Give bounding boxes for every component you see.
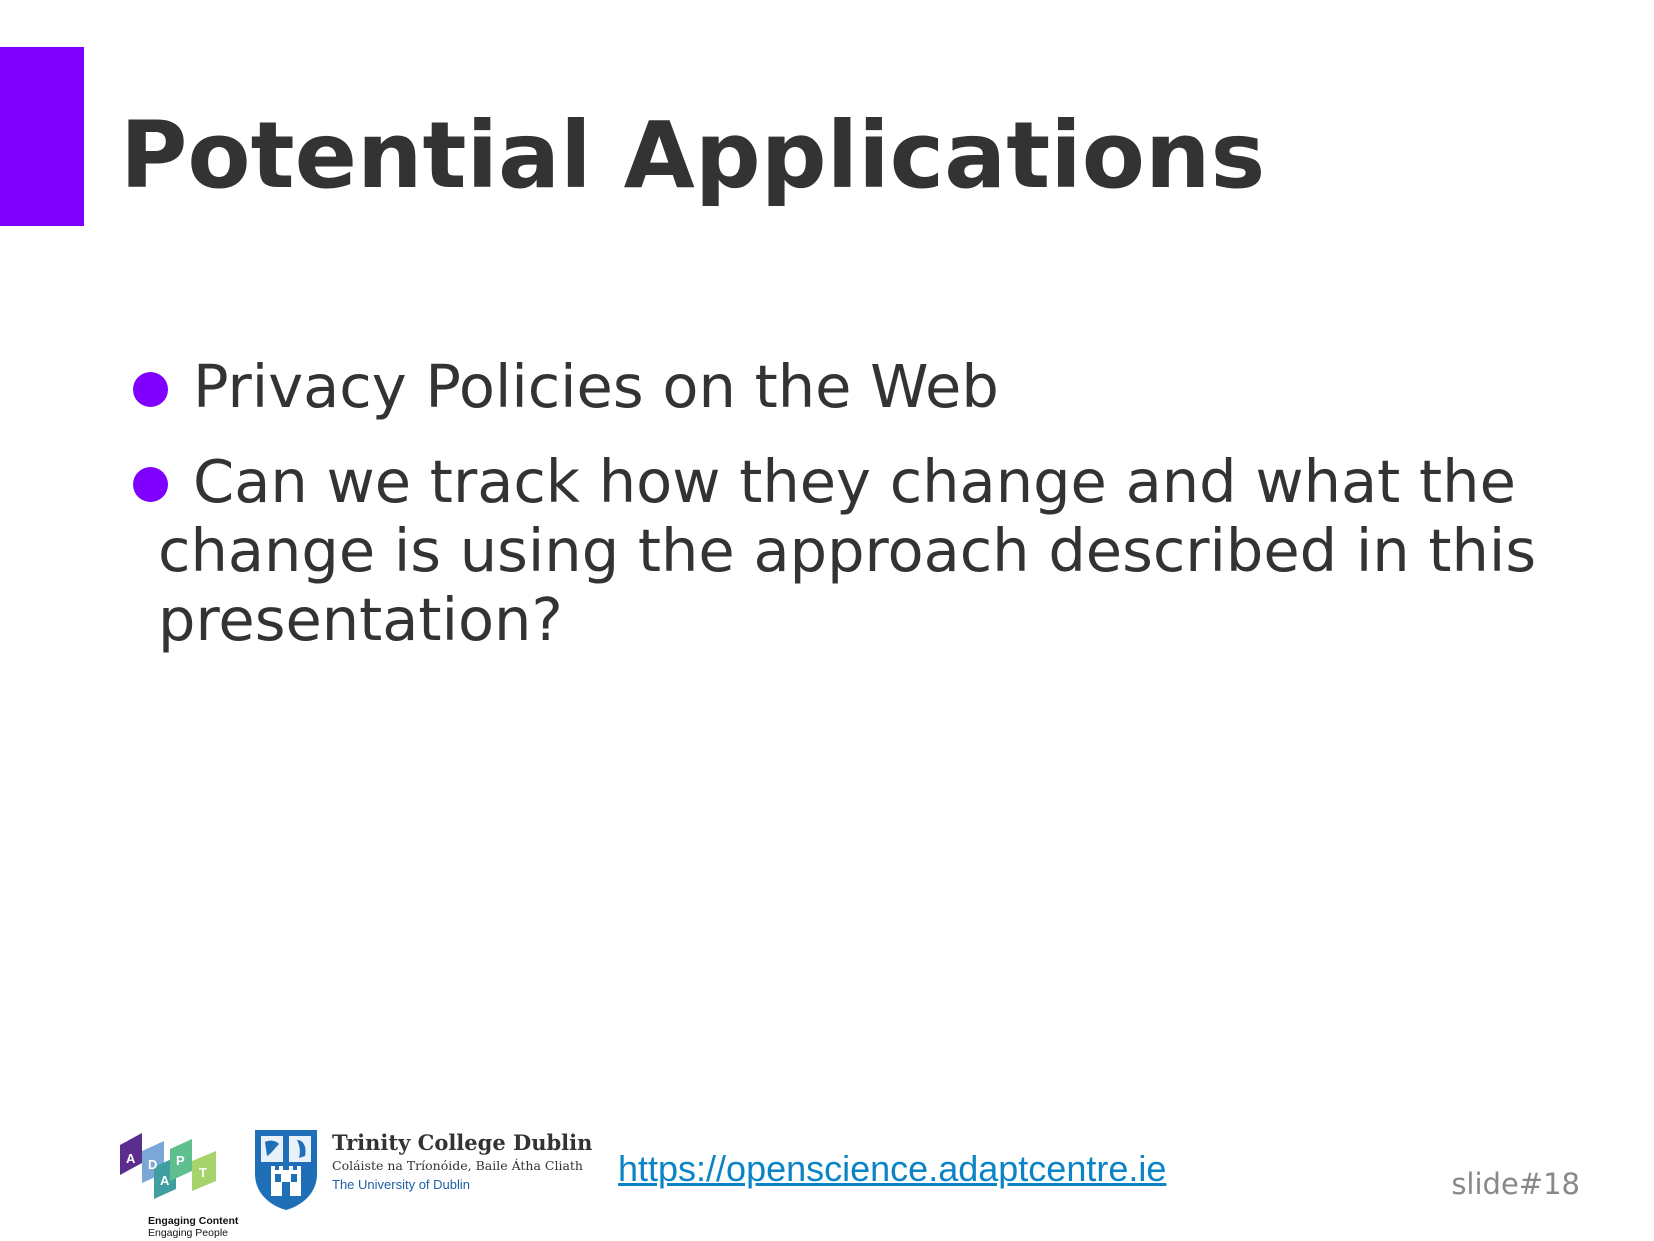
adapt-caption: Engaging Content Engaging People [148, 1215, 238, 1239]
adapt-caption-line2: Engaging People [148, 1227, 228, 1239]
tcd-name: Trinity College Dublin [332, 1130, 593, 1155]
adapt-logo-icon: A D A P T [120, 1133, 216, 1199]
svg-text:D: D [148, 1157, 157, 1172]
bullet-item: Can we track how they change and what th… [130, 447, 1550, 654]
tcd-shield-icon [255, 1130, 317, 1210]
tcd-university: The University of Dublin [332, 1177, 470, 1192]
bullet-list: Privacy Policies on the Web Can we track… [130, 352, 1550, 680]
adapt-logo: A D A P T Engaging Content Engaging Peop… [120, 1133, 238, 1239]
svg-text:A: A [160, 1173, 170, 1188]
slide-number: slide#18 [1451, 1167, 1580, 1201]
tcd-logo-text: Trinity College Dublin Coláiste na Tríon… [332, 1130, 592, 1194]
title-accent-bar [0, 47, 84, 226]
svg-text:A: A [126, 1151, 136, 1166]
bullet-text: Privacy Policies on the Web [193, 352, 999, 421]
bullet-item: Privacy Policies on the Web [130, 352, 1550, 421]
svg-text:P: P [176, 1153, 185, 1168]
tcd-irish-name: Coláiste na Tríonóide, Baile Átha Cliath [332, 1158, 583, 1173]
bullet-text: Can we track how they change and what th… [158, 447, 1537, 654]
openscience-link[interactable]: https://openscience.adaptcentre.ie [618, 1148, 1166, 1190]
adapt-caption-line1: Engaging Content [148, 1215, 239, 1227]
bullet-dot-icon [133, 467, 168, 502]
svg-text:T: T [199, 1165, 207, 1180]
slide-title: Potential Applications [120, 102, 1266, 209]
bullet-dot-icon [133, 372, 168, 407]
footer-logos: A D A P T Engaging Content Engaging Peop… [120, 1118, 592, 1239]
